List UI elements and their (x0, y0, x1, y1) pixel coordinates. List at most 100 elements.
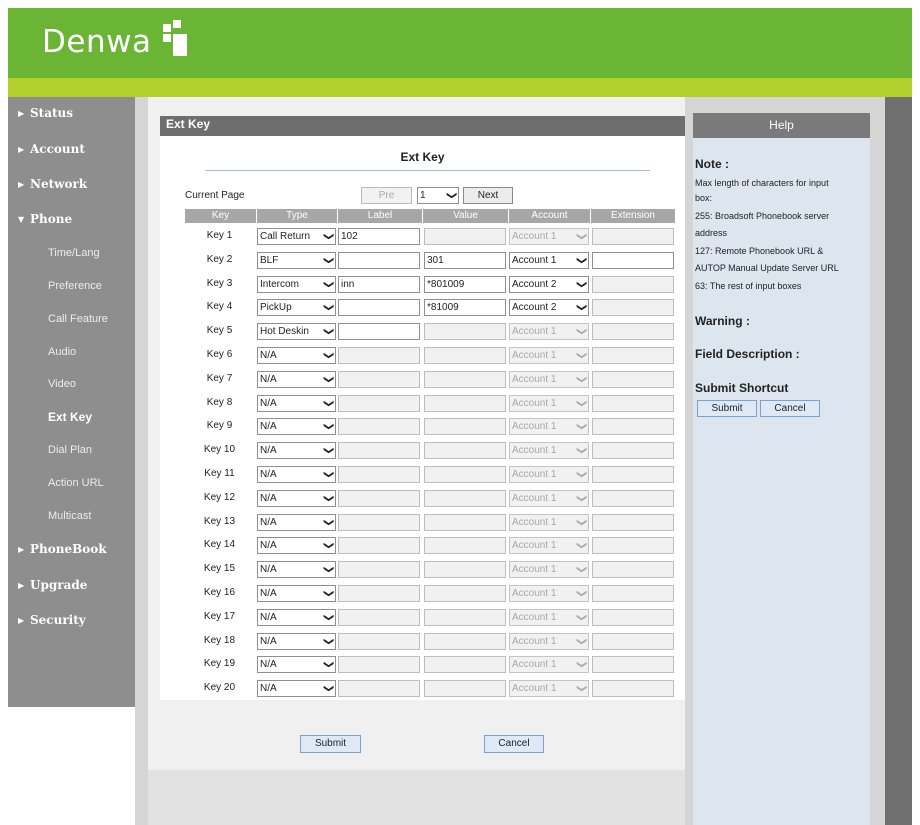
next-button[interactable]: Next (463, 187, 513, 204)
value-input[interactable]: 301 (424, 252, 506, 269)
extension-input[interactable] (592, 609, 674, 626)
account-select[interactable]: Account 1 ❯ (509, 514, 589, 531)
type-select[interactable]: N/A ❯ (257, 347, 336, 364)
account-select[interactable]: Account 1 ❯ (509, 537, 589, 554)
nav-audio[interactable]: Audio (48, 346, 76, 358)
type-select[interactable]: N/A ❯ (257, 395, 336, 412)
account-select[interactable]: Account 1 ❯ (509, 347, 589, 364)
type-select[interactable]: Intercom ❯ (257, 276, 336, 293)
value-input[interactable] (424, 466, 506, 483)
nav-multicast[interactable]: Multicast (48, 510, 91, 522)
account-select[interactable]: Account 1 ❯ (509, 395, 589, 412)
account-select[interactable]: Account 1 ❯ (509, 633, 589, 650)
value-input[interactable]: *801009 (424, 276, 506, 293)
account-select[interactable]: Account 2 ❯ (509, 276, 589, 293)
nav-security[interactable]: ▶ Security (18, 613, 86, 627)
type-select[interactable]: N/A ❯ (257, 371, 336, 388)
account-select[interactable]: Account 1 ❯ (509, 466, 589, 483)
label-input[interactable] (338, 609, 420, 626)
value-input[interactable]: *81009 (424, 299, 506, 316)
value-input[interactable] (424, 418, 506, 435)
type-select[interactable]: N/A ❯ (257, 680, 336, 697)
label-input[interactable] (338, 585, 420, 602)
label-input[interactable] (338, 514, 420, 531)
account-select[interactable]: Account 1 ❯ (509, 585, 589, 602)
label-input[interactable] (338, 656, 420, 673)
page-select[interactable]: 1 ❯ (417, 187, 459, 204)
nav-call-feature[interactable]: Call Feature (48, 313, 108, 325)
type-select[interactable]: N/A ❯ (257, 561, 336, 578)
nav-phonebook[interactable]: ▶ PhoneBook (18, 542, 107, 556)
nav-time-lang[interactable]: Time/Lang (48, 247, 100, 259)
account-select[interactable]: Account 1 ❯ (509, 228, 589, 245)
type-select[interactable]: N/A ❯ (257, 442, 336, 459)
label-input[interactable] (338, 323, 420, 340)
account-select[interactable]: Account 1 ❯ (509, 609, 589, 626)
account-select[interactable]: Account 1 ❯ (509, 252, 589, 269)
type-select[interactable]: N/A ❯ (257, 490, 336, 507)
extension-input[interactable] (592, 514, 674, 531)
type-select[interactable]: PickUp ❯ (257, 299, 336, 316)
shortcut-cancel-button[interactable]: Cancel (760, 400, 820, 417)
extension-input[interactable] (592, 276, 674, 293)
extension-input[interactable] (592, 299, 674, 316)
label-input[interactable] (338, 442, 420, 459)
label-input[interactable]: inn (338, 276, 420, 293)
submit-button[interactable]: Submit (300, 735, 361, 753)
type-select[interactable]: N/A ❯ (257, 418, 336, 435)
label-input[interactable] (338, 252, 420, 269)
extension-input[interactable] (592, 371, 674, 388)
pre-button[interactable]: Pre (361, 187, 412, 204)
label-input[interactable] (338, 561, 420, 578)
value-input[interactable] (424, 537, 506, 554)
account-select[interactable]: Account 1 ❯ (509, 418, 589, 435)
value-input[interactable] (424, 656, 506, 673)
value-input[interactable] (424, 442, 506, 459)
label-input[interactable] (338, 299, 420, 316)
nav-video[interactable]: Video (48, 378, 76, 390)
nav-upgrade[interactable]: ▶ Upgrade (18, 578, 87, 592)
label-input[interactable] (338, 633, 420, 650)
extension-input[interactable] (592, 228, 674, 245)
extension-input[interactable] (592, 561, 674, 578)
label-input[interactable] (338, 537, 420, 554)
type-select[interactable]: N/A ❯ (257, 537, 336, 554)
label-input[interactable] (338, 418, 420, 435)
value-input[interactable] (424, 347, 506, 364)
value-input[interactable] (424, 633, 506, 650)
extension-input[interactable] (592, 490, 674, 507)
label-input[interactable] (338, 347, 420, 364)
account-select[interactable]: Account 1 ❯ (509, 680, 589, 697)
type-select[interactable]: Call Return ❯ (257, 228, 336, 245)
account-select[interactable]: Account 2 ❯ (509, 299, 589, 316)
type-select[interactable]: Hot Deskin ❯ (257, 323, 336, 340)
extension-input[interactable] (592, 252, 674, 269)
nav-account[interactable]: ▶ Account (18, 142, 85, 156)
nav-status[interactable]: ▶ Status (18, 106, 73, 120)
value-input[interactable] (424, 585, 506, 602)
cancel-button[interactable]: Cancel (484, 735, 544, 753)
extension-input[interactable] (592, 395, 674, 412)
type-select[interactable]: N/A ❯ (257, 633, 336, 650)
value-input[interactable] (424, 680, 506, 697)
value-input[interactable] (424, 371, 506, 388)
value-input[interactable] (424, 323, 506, 340)
extension-input[interactable] (592, 323, 674, 340)
value-input[interactable] (424, 609, 506, 626)
value-input[interactable] (424, 228, 506, 245)
value-input[interactable] (424, 490, 506, 507)
account-select[interactable]: Account 1 ❯ (509, 442, 589, 459)
account-select[interactable]: Account 1 ❯ (509, 561, 589, 578)
nav-dial-plan[interactable]: Dial Plan (48, 444, 92, 456)
extension-input[interactable] (592, 466, 674, 483)
type-select[interactable]: N/A ❯ (257, 466, 336, 483)
extension-input[interactable] (592, 656, 674, 673)
type-select[interactable]: N/A ❯ (257, 609, 336, 626)
label-input[interactable] (338, 466, 420, 483)
type-select[interactable]: BLF ❯ (257, 252, 336, 269)
account-select[interactable]: Account 1 ❯ (509, 323, 589, 340)
extension-input[interactable] (592, 442, 674, 459)
label-input[interactable]: 102 (338, 228, 420, 245)
extension-input[interactable] (592, 680, 674, 697)
nav-action-url[interactable]: Action URL (48, 477, 104, 489)
